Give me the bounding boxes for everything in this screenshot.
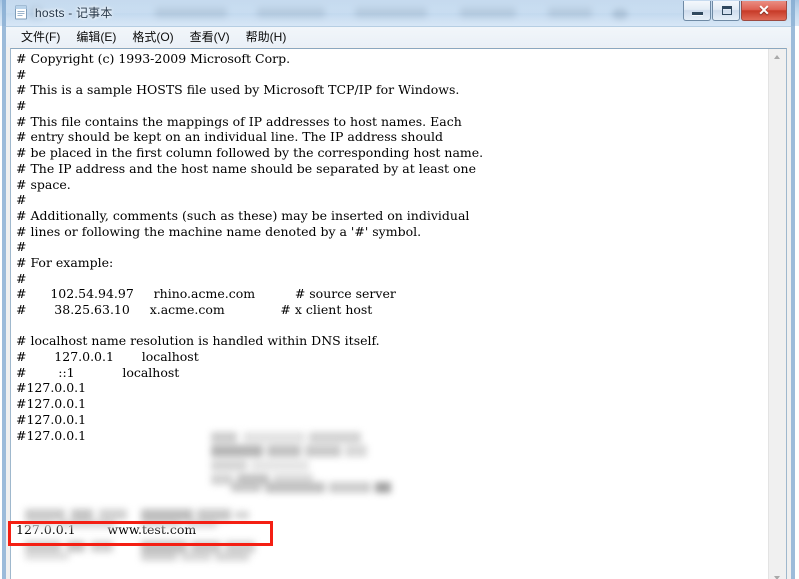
maximize-button[interactable] <box>712 1 740 21</box>
minimize-button[interactable] <box>683 1 711 21</box>
menu-item-view[interactable]: 查看(V) <box>182 27 238 47</box>
menu-item-file[interactable]: 文件(F) <box>13 27 68 47</box>
editor-frame: # Copyright (c) 1993-2009 Microsoft Corp… <box>10 48 787 579</box>
editor-line: # 102.54.94.97 rhino.acme.com # source s… <box>16 286 396 302</box>
editor-line: #127.0.0.1 <box>16 380 87 396</box>
editor-line: # This is a sample HOSTS file used by Mi… <box>16 82 460 98</box>
editor-line: # lines or following the machine name de… <box>16 223 422 239</box>
close-icon: ✕ <box>758 2 770 18</box>
editor-line: # Copyright (c) 1993-2009 Microsoft Corp… <box>16 51 291 66</box>
scroll-down-arrow[interactable] <box>769 569 786 579</box>
menu-item-help[interactable]: 帮助(H) <box>238 27 295 47</box>
editor-line: # <box>16 192 27 208</box>
editor-line: #127.0.0.1 <box>16 396 87 412</box>
editor-line: # This file contains the mappings of IP … <box>16 113 462 129</box>
redacted-block-hostnames <box>207 430 412 498</box>
editor-line: # space. <box>16 176 71 192</box>
window-client-area: 文件(F) 编辑(E) 格式(O) 查看(V) 帮助(H) # Copyrigh… <box>6 26 791 579</box>
editor-line: # The IP address and the host name shoul… <box>16 160 476 176</box>
editor-line: # Additionally, comments (such as these)… <box>16 207 470 223</box>
editor-line: # 38.25.63.10 x.acme.com # x client host <box>16 302 373 317</box>
menu-bar: 文件(F) 编辑(E) 格式(O) 查看(V) 帮助(H) <box>6 27 791 47</box>
editor-line: # <box>16 239 27 255</box>
editor-line: # <box>16 66 27 82</box>
title-bar[interactable]: hosts - 记事本 ✕ <box>6 0 791 26</box>
notepad-window: hosts - 记事本 ✕ 文件(F) 编辑(E) 格式(O) 查看(V) 帮助… <box>2 0 795 579</box>
editor-line: # entry should be kept on an individual … <box>16 129 444 145</box>
editor-line: #127.0.0.1 <box>16 411 87 427</box>
editor-line: # <box>16 270 27 286</box>
editor-line: # <box>16 98 27 114</box>
menu-item-format[interactable]: 格式(O) <box>124 27 181 47</box>
editor-line: # localhost name resolution is handled w… <box>16 333 380 349</box>
window-title: hosts - 记事本 <box>35 6 113 20</box>
screenshot-root: hosts - 记事本 ✕ 文件(F) 编辑(E) 格式(O) 查看(V) 帮助… <box>0 0 799 579</box>
window-controls: ✕ <box>682 1 787 21</box>
menu-item-edit[interactable]: 编辑(E) <box>68 27 124 47</box>
editor-line: # 127.0.0.1 localhost <box>16 349 199 365</box>
scroll-up-arrow[interactable] <box>769 49 786 66</box>
close-button[interactable]: ✕ <box>741 1 787 21</box>
vertical-scrollbar[interactable] <box>768 49 786 579</box>
hosts-file-textarea[interactable]: # Copyright (c) 1993-2009 Microsoft Corp… <box>11 49 768 579</box>
notepad-document-icon <box>15 5 27 20</box>
redacted-block-entry-2 <box>25 539 285 563</box>
maximize-icon <box>722 6 732 15</box>
editor-line: # ::1 localhost <box>16 364 180 380</box>
minimize-icon <box>692 12 703 15</box>
editor-line: # be placed in the first column followed… <box>16 145 484 161</box>
editor-line: # For example: <box>16 254 114 270</box>
redacted-block-entry-1 <box>25 507 285 531</box>
